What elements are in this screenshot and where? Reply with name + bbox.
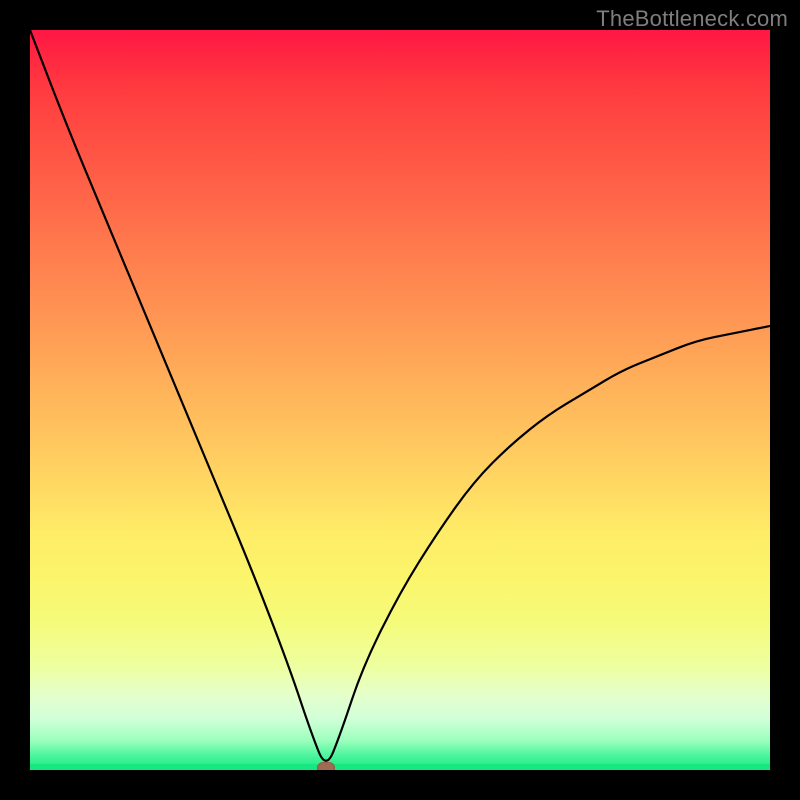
plot-area	[30, 30, 770, 770]
optimal-marker	[317, 762, 335, 770]
watermark-text: TheBottleneck.com	[596, 6, 788, 32]
chart-frame: TheBottleneck.com	[0, 0, 800, 800]
bottleneck-curve	[30, 30, 770, 770]
